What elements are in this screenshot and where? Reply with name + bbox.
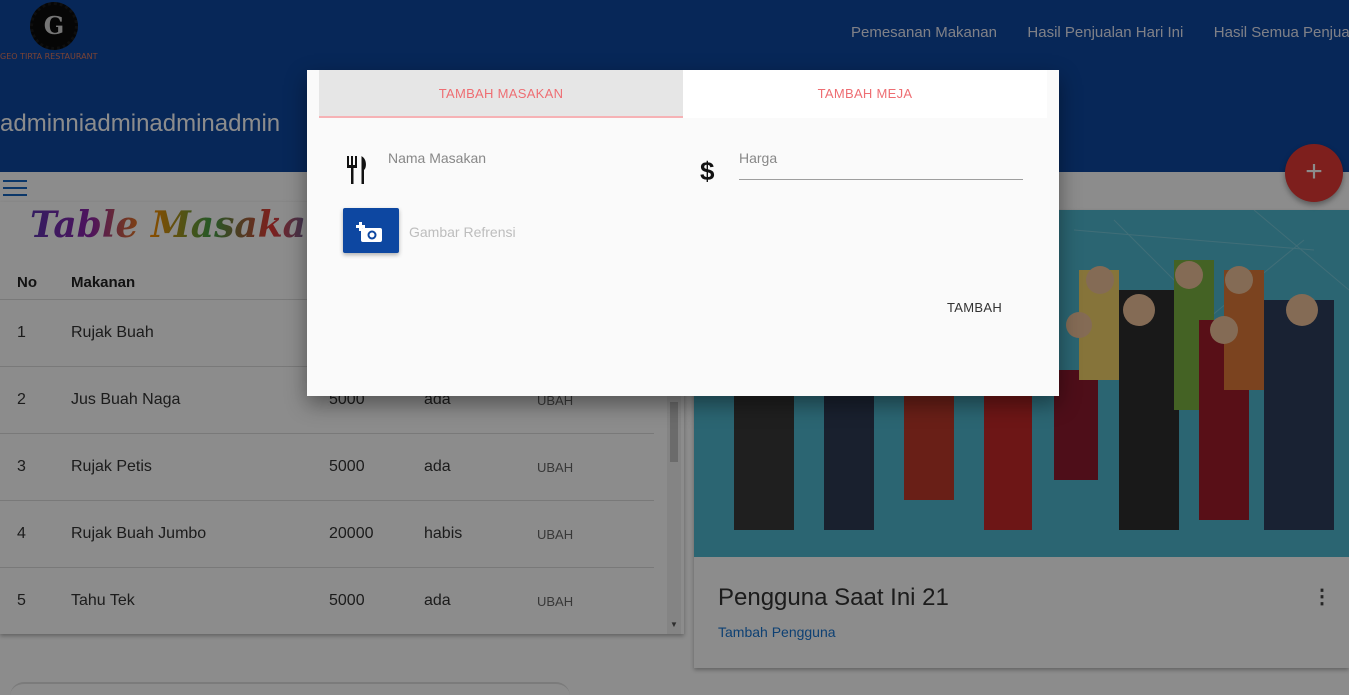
tab-indicator (319, 116, 683, 118)
price-field-label[interactable]: Harga (739, 150, 777, 166)
tab-tambah-meja[interactable]: TAMBAH MEJA (683, 70, 1047, 118)
tab-tambah-masakan[interactable]: TAMBAH MASAKAN (319, 70, 683, 118)
price-input[interactable] (739, 179, 1023, 180)
add-modal: TAMBAH MASAKAN TAMBAH MEJA Nama Masakan … (307, 70, 1059, 396)
add-photo-icon (356, 222, 382, 242)
utensils-icon (345, 156, 371, 189)
dollar-icon: $ (700, 156, 715, 186)
modal-tabs: TAMBAH MASAKAN TAMBAH MEJA (319, 70, 1047, 118)
upload-photo-button[interactable] (343, 208, 399, 253)
tambah-button[interactable]: TAMBAH (947, 300, 1002, 315)
photo-path-placeholder[interactable]: Gambar Refrensi (409, 224, 516, 240)
name-field-label[interactable]: Nama Masakan (388, 150, 486, 166)
